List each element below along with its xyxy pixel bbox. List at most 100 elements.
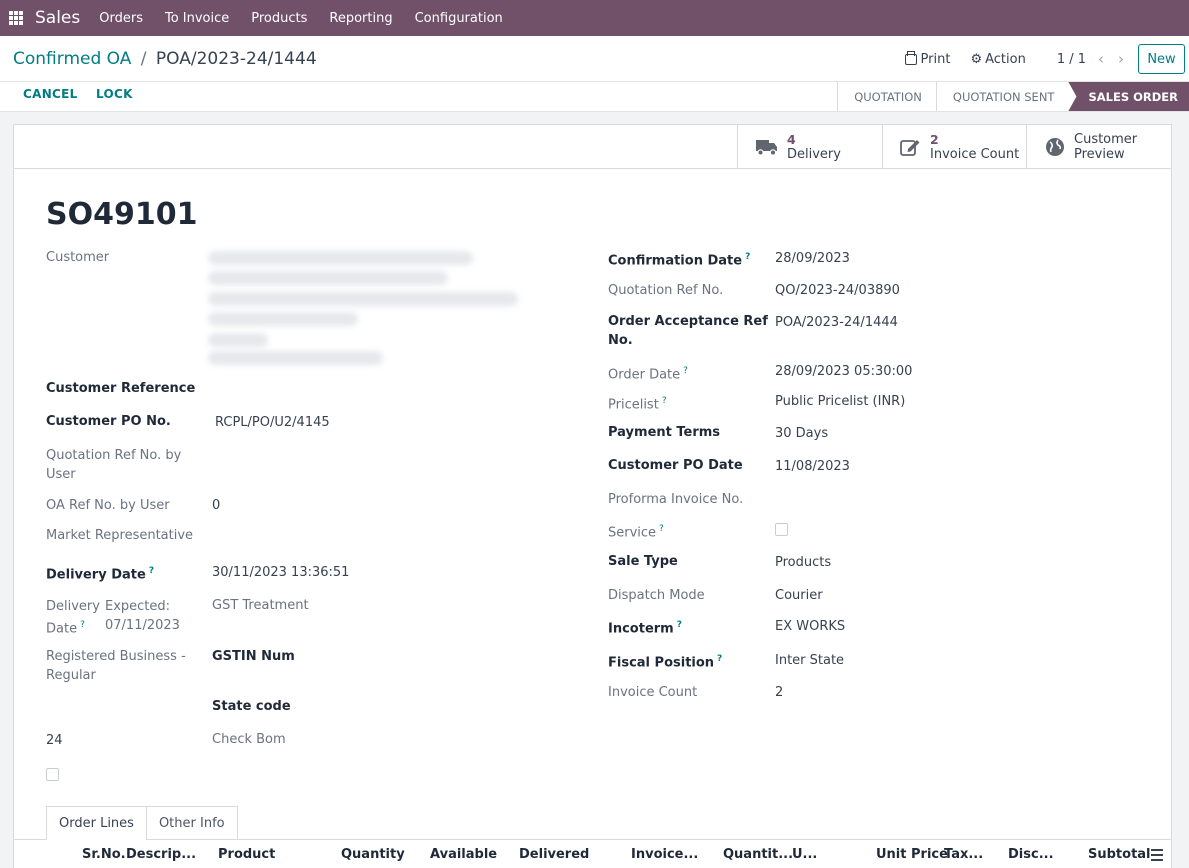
confirmation-date-label: Confirmation Date? xyxy=(608,248,750,270)
pricelist-field[interactable]: Public Pricelist (INR) xyxy=(775,392,905,411)
invoice-count-field[interactable]: 2 xyxy=(775,683,783,702)
delivery-date-label: Delivery Date? xyxy=(46,562,154,584)
lock-button[interactable]: LOCK xyxy=(96,87,133,101)
nav-products[interactable]: Products xyxy=(251,11,307,26)
column-invoiced[interactable]: Invoice... xyxy=(631,847,698,862)
incoterm-label: Incoterm? xyxy=(608,616,682,638)
column-discount[interactable]: Disc... xyxy=(1008,847,1054,862)
sale-type-label: Sale Type xyxy=(608,554,678,569)
print-button[interactable]: Print xyxy=(904,50,950,67)
action-button[interactable]: ⚙ Action xyxy=(970,52,1025,67)
stage-pipeline: QUOTATION QUOTATION SENT SALES ORDER xyxy=(837,82,1189,111)
status-bar: CANCEL LOCK QUOTATION QUOTATION SENT SAL… xyxy=(0,82,1189,112)
chevron-right-icon[interactable]: › xyxy=(1118,50,1124,68)
state-code-field[interactable]: 24 xyxy=(46,731,63,750)
invoice-count-label: Invoice Count xyxy=(930,147,1020,162)
delivery-date2-label: Delivery Date? xyxy=(46,597,100,638)
column-settings-icon[interactable] xyxy=(1151,849,1163,861)
expected-date: Expected: 07/11/2023 xyxy=(105,597,180,635)
order-acceptance-label: Order Acceptance Ref No. xyxy=(608,312,768,350)
service-label-text: Service xyxy=(608,525,657,541)
nav-configuration[interactable]: Configuration xyxy=(415,11,503,26)
customer-po-field[interactable]: RCPL/PO/U2/4145 xyxy=(215,413,330,432)
help-icon[interactable]: ? xyxy=(677,620,682,630)
customer-po-date-field[interactable]: 11/08/2023 xyxy=(775,457,850,476)
breadcrumb-separator: / xyxy=(140,49,147,69)
delivery-count: 4 xyxy=(787,132,796,147)
proforma-invoice-label: Proforma Invoice No. xyxy=(608,492,744,507)
stage-sales-order[interactable]: SALES ORDER xyxy=(1068,82,1189,111)
delivery-date-label-text: Delivery Date xyxy=(46,567,146,583)
nav-to-invoice[interactable]: To Invoice xyxy=(165,11,229,26)
nav-orders[interactable]: Orders xyxy=(99,11,143,26)
customer-po-date-label: Customer PO Date xyxy=(608,458,743,473)
app-brand[interactable]: Sales xyxy=(35,8,80,28)
customer-address-blurred[interactable] xyxy=(206,247,526,367)
column-subtotal[interactable]: Subtotal xyxy=(1088,847,1151,862)
column-taxes[interactable]: Tax... xyxy=(944,847,983,862)
column-delivered[interactable]: Delivered xyxy=(519,847,589,862)
order-date-label-text: Order Date xyxy=(608,367,681,383)
cancel-button[interactable]: CANCEL xyxy=(23,87,78,101)
nav-menu: Orders To Invoice Products Reporting Con… xyxy=(99,11,525,26)
column-quantity[interactable]: Quantity xyxy=(341,847,405,862)
truck-icon xyxy=(756,140,777,156)
top-navbar: Sales Orders To Invoice Products Reporti… xyxy=(0,0,1189,36)
incoterm-field[interactable]: EX WORKS xyxy=(775,617,845,636)
registered-business-line2: Regular xyxy=(46,668,96,683)
help-icon[interactable]: ? xyxy=(745,252,750,262)
delivery-smart-button[interactable]: 4 Delivery xyxy=(737,125,883,169)
nav-reporting[interactable]: Reporting xyxy=(329,11,392,26)
tab-order-lines[interactable]: Order Lines xyxy=(46,806,147,840)
column-unit-price[interactable]: Unit Price xyxy=(876,847,948,862)
help-icon[interactable]: ? xyxy=(683,366,688,376)
help-icon[interactable]: ? xyxy=(717,654,722,664)
service-checkbox[interactable] xyxy=(775,523,788,536)
chevron-left-icon[interactable]: ‹ xyxy=(1098,50,1104,68)
help-icon[interactable]: ? xyxy=(149,566,154,576)
column-sr-no[interactable]: Sr.No. xyxy=(82,847,126,862)
quotation-ref-label: Quotation Ref No. xyxy=(608,283,724,298)
delivery-date2-label-line1: Delivery xyxy=(46,599,100,614)
column-quantity-2[interactable]: Quantit... xyxy=(723,847,793,862)
help-icon[interactable]: ? xyxy=(80,620,85,630)
quotation-ref-field[interactable]: QO/2023-24/03890 xyxy=(775,281,900,300)
payment-terms-field[interactable]: 30 Days xyxy=(775,424,828,443)
check-bom-checkbox[interactable] xyxy=(46,768,59,781)
help-icon[interactable]: ? xyxy=(659,524,664,534)
apps-grid-icon[interactable] xyxy=(9,11,23,25)
stage-quotation[interactable]: QUOTATION xyxy=(837,82,936,111)
service-label: Service? xyxy=(608,520,664,542)
delivery-date2-label-line2: Date xyxy=(46,621,78,637)
order-acceptance-field[interactable]: POA/2023-24/1444 xyxy=(775,313,898,332)
column-available[interactable]: Available xyxy=(430,847,497,862)
check-bom-label: Check Bom xyxy=(212,732,286,747)
fiscal-position-field[interactable]: Inter State xyxy=(775,651,844,670)
control-panel-actions: Print ⚙ Action 1 / 1 ‹ › New xyxy=(904,36,1189,82)
oa-ref-user-field[interactable]: 0 xyxy=(212,496,220,515)
column-product[interactable]: Product xyxy=(218,847,275,862)
customer-preview-line1: Customer xyxy=(1074,132,1138,147)
state-code-label: State code xyxy=(212,699,291,714)
stage-quotation-sent[interactable]: QUOTATION SENT xyxy=(935,82,1069,111)
customer-preview-smart-button[interactable]: Customer Preview xyxy=(1026,125,1171,169)
delivery-date-field[interactable]: 30/11/2023 13:36:51 xyxy=(212,563,349,582)
new-button[interactable]: New xyxy=(1138,44,1185,74)
column-description[interactable]: Descrip... xyxy=(126,847,196,862)
pager-value[interactable]: 1 / 1 xyxy=(1057,52,1086,67)
breadcrumb: Confirmed OA / POA/2023-24/1444 xyxy=(13,49,317,69)
order-date-field[interactable]: 28/09/2023 05:30:00 xyxy=(775,362,912,381)
help-icon[interactable]: ? xyxy=(662,396,667,406)
dispatch-mode-field[interactable]: Courier xyxy=(775,586,823,605)
column-uom[interactable]: U... xyxy=(792,847,817,862)
invoice-count: 2 xyxy=(930,132,939,147)
gst-treatment-label: GST Treatment xyxy=(212,598,309,613)
breadcrumb-parent[interactable]: Confirmed OA xyxy=(13,49,131,69)
dispatch-mode-label: Dispatch Mode xyxy=(608,588,705,603)
invoice-count-smart-button[interactable]: 2 Invoice Count xyxy=(882,125,1027,169)
tab-other-info[interactable]: Other Info xyxy=(145,806,238,840)
order-acceptance-label-line1: Order Acceptance Ref xyxy=(608,314,768,329)
sale-type-field[interactable]: Products xyxy=(775,553,831,572)
registered-business-label: Registered Business - Regular xyxy=(46,647,186,685)
confirmation-date-field[interactable]: 28/09/2023 xyxy=(775,249,850,268)
